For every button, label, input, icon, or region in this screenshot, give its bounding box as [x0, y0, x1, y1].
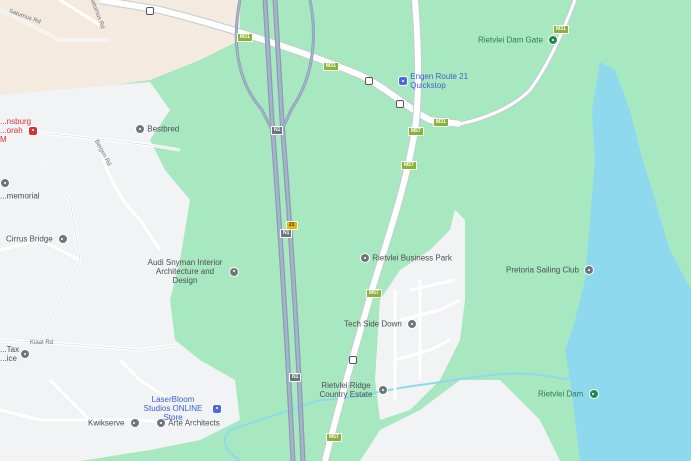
place-pin-icon: [0, 178, 10, 188]
poi-memorial-label[interactable]: ...memorial: [0, 191, 40, 200]
poi-label: Rietvlei Dam: [538, 389, 584, 399]
street-label: Kiaat Rd: [30, 340, 54, 346]
place-pin-icon: [156, 418, 166, 428]
poi-rietvlei-ridge[interactable]: Rietvlei Ridge Country Estate: [318, 381, 389, 399]
poi-label: ...memorial: [0, 191, 40, 201]
poi-label: ...nsburg ...orah M: [0, 117, 32, 144]
poi-label: ...Tax ...ice: [0, 345, 20, 363]
poi-audi-snyman[interactable]: Audi Snyman Interior Architecture and De…: [145, 258, 240, 285]
poi-label: Audi Snyman Interior Architecture and De…: [147, 258, 223, 285]
route-shield-n1: N1: [280, 229, 293, 238]
map-canvas[interactable]: Saturnus Rd Saturnus Rd Bergen Rd Kiaat …: [0, 0, 691, 461]
poi-label: Engen Route 21 Quickstop: [410, 72, 469, 90]
route-shield-m31: M31: [553, 25, 569, 34]
bus-stop-icon[interactable]: [365, 77, 373, 85]
route-shield-m57: M57: [326, 433, 342, 442]
poi-arte-architects[interactable]: Arte Architects: [156, 418, 220, 428]
poi-label: Kwikserve: [88, 418, 125, 428]
poi-cirrus-bridge[interactable]: Cirrus Bridge: [6, 234, 68, 244]
place-pin-icon: [57, 234, 68, 244]
park-pin-icon: [548, 35, 559, 45]
poi-engen-route21[interactable]: Engen Route 21 Quickstop: [398, 72, 470, 90]
route-shield-r21: 21: [286, 221, 298, 230]
park-pin-icon: [588, 389, 599, 399]
poi-tech-side-down[interactable]: Tech Side Down: [344, 319, 418, 329]
poi-label: Pretoria Sailing Club: [506, 265, 579, 275]
place-pin-icon: [20, 349, 31, 359]
fuel-pin-icon: [398, 76, 408, 86]
route-shield-n1: N1: [271, 126, 284, 135]
place-pin-icon: [584, 265, 595, 275]
poi-partial-red[interactable]: ...nsburg ...orah M: [0, 117, 39, 144]
shop-pin-icon: [28, 125, 39, 136]
poi-pretoria-sailing-club[interactable]: Pretoria Sailing Club: [506, 265, 595, 275]
poi-label: Arte Architects: [168, 418, 220, 428]
poi-rietvlei-business-park[interactable]: Rietvlei Business Park: [360, 253, 452, 263]
poi-label: Rietvlei Dam Gate: [478, 35, 543, 45]
place-pin-icon: [129, 418, 140, 428]
place-pin-icon: [407, 319, 418, 329]
poi-rietvlei-dam[interactable]: Rietvlei Dam: [538, 389, 599, 399]
poi-label: Rietvlei Ridge Country Estate: [319, 381, 373, 399]
poi-label: Rietvlei Business Park: [372, 253, 452, 263]
bus-stop-icon[interactable]: [146, 7, 154, 15]
place-pin-icon: [229, 266, 240, 277]
route-shield-m57: M57: [366, 289, 382, 298]
poi-memorial[interactable]: [0, 178, 10, 188]
poi-kwikserve[interactable]: Kwikserve: [88, 418, 140, 428]
route-shield-m31: M31: [237, 33, 253, 42]
bus-stop-icon[interactable]: [396, 100, 404, 108]
place-pin-icon: [378, 385, 389, 395]
poi-rietvlei-dam-gate[interactable]: Rietvlei Dam Gate: [478, 35, 559, 45]
place-pin-icon: [135, 124, 145, 134]
place-pin-icon: [360, 253, 370, 263]
poi-label: Bestbred: [147, 124, 180, 134]
route-shield-n1: N1: [289, 373, 302, 382]
shop-pin-icon: [212, 403, 223, 414]
route-shield-m57: M57: [408, 127, 424, 136]
poi-label: Cirrus Bridge: [6, 234, 53, 244]
bus-stop-icon[interactable]: [349, 356, 357, 364]
poi-bestbred[interactable]: Bestbred: [135, 124, 179, 134]
route-shield-m57: M57: [401, 161, 417, 170]
route-shield-m31: M31: [433, 118, 449, 127]
poi-label: Tech Side Down: [344, 319, 402, 329]
poi-tax-office[interactable]: ...Tax ...ice: [0, 345, 31, 363]
route-shield-m31: M31: [323, 62, 339, 71]
